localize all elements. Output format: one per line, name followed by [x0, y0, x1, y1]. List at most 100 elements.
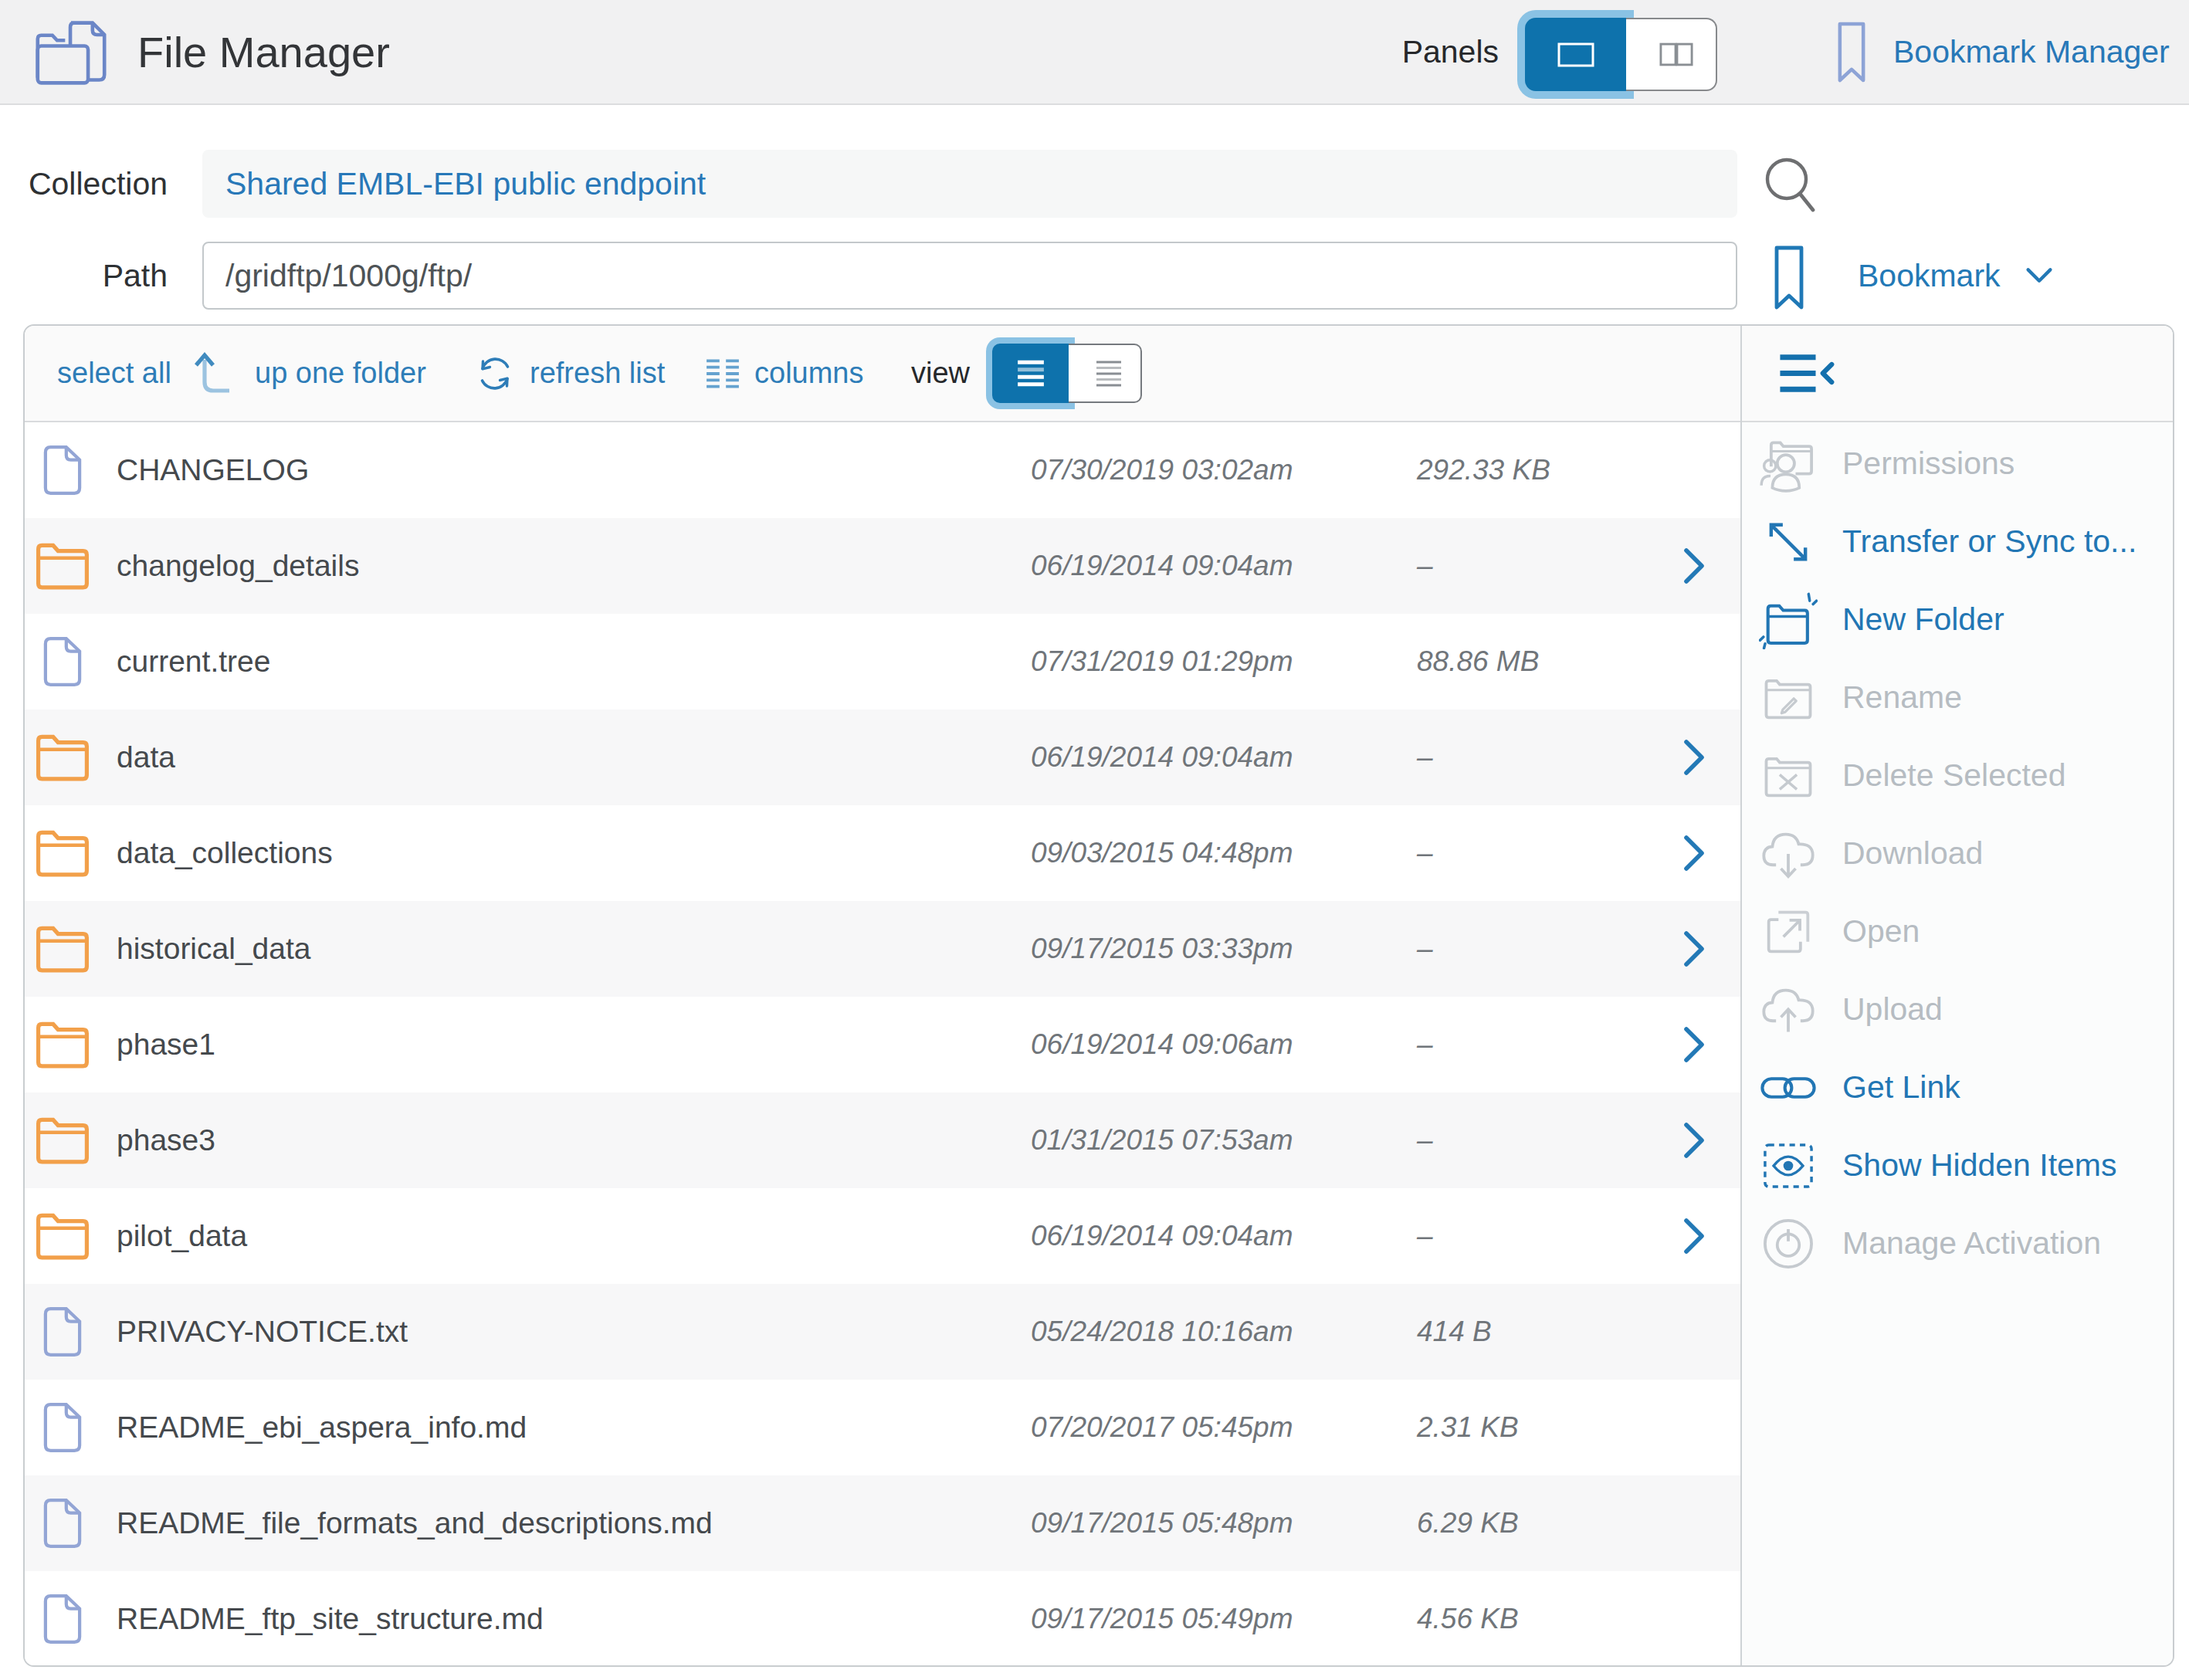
- open-folder-chevron-icon[interactable]: [1682, 1026, 1706, 1063]
- new-folder-icon: [1759, 591, 1818, 649]
- transfer-icon: [1759, 513, 1818, 571]
- folder-row-changelog_details[interactable]: changelog_details 06/19/2014 09:04am –: [25, 518, 1740, 614]
- single-panel-toggle-button[interactable]: [1525, 18, 1626, 91]
- refresh-icon: [475, 354, 515, 394]
- sidebar-action-label: Open: [1842, 913, 1920, 950]
- view-label: view: [911, 326, 970, 421]
- dual-panel-icon: [1659, 42, 1693, 66]
- list-view-icon: [1016, 359, 1045, 388]
- file-list: CHANGELOG 07/30/2019 03:02am 292.33 KB c…: [25, 422, 1740, 1667]
- up-one-folder-icon: [194, 348, 232, 398]
- file-size: 4.56 KB: [1417, 1571, 1519, 1667]
- path-input[interactable]: [202, 242, 1737, 310]
- refresh-list-button[interactable]: refresh list: [530, 326, 665, 421]
- file-size: 88.86 MB: [1417, 614, 1539, 710]
- file-modified-date: 09/17/2015 05:49pm: [1031, 1571, 1293, 1667]
- open-folder-chevron-icon[interactable]: [1682, 930, 1706, 967]
- open-folder-chevron-icon[interactable]: [1682, 1218, 1706, 1255]
- file-modified-date: 07/31/2019 01:29pm: [1031, 614, 1293, 710]
- sidebar-action-transfer[interactable]: Transfer or Sync to...: [1742, 503, 2173, 581]
- folder-row-phase3[interactable]: phase3 01/31/2015 07:53am –: [25, 1092, 1740, 1188]
- up-one-folder-button[interactable]: up one folder: [255, 326, 426, 421]
- bookmark-manager-link[interactable]: Bookmark Manager: [1893, 0, 2170, 103]
- collapse-sidebar-button[interactable]: [1778, 353, 1835, 394]
- file-modified-date: 07/20/2017 05:45pm: [1031, 1380, 1293, 1475]
- file-icon: [43, 636, 82, 687]
- detail-view-toggle-button[interactable]: [1069, 344, 1142, 403]
- open-folder-chevron-icon[interactable]: [1682, 835, 1706, 872]
- file-size: –: [1417, 1188, 1433, 1284]
- search-icon: [1762, 154, 1816, 218]
- file-name: data: [117, 710, 175, 805]
- file-list-column: select all up one folder refresh list co…: [25, 326, 1740, 1665]
- file-size: –: [1417, 805, 1433, 901]
- file-row-CHANGELOG[interactable]: CHANGELOG 07/30/2019 03:02am 292.33 KB: [25, 422, 1740, 518]
- file-modified-date: 06/19/2014 09:04am: [1031, 518, 1293, 614]
- bookmark-dropdown[interactable]: Bookmark: [1858, 242, 2053, 310]
- delete-icon: [1759, 747, 1818, 805]
- open-folder-chevron-icon[interactable]: [1682, 1122, 1706, 1159]
- sidebar-action-open: Open: [1742, 892, 2173, 970]
- file-size: 414 B: [1417, 1284, 1492, 1380]
- file-icon: [43, 1498, 82, 1549]
- sidebar-action-label: Show Hidden Items: [1842, 1147, 2117, 1184]
- sidebar-action-delete: Delete Selected: [1742, 737, 2173, 815]
- file-icon: [43, 1402, 82, 1453]
- sidebar-action-label: Rename: [1842, 679, 1962, 716]
- file-size: –: [1417, 518, 1433, 614]
- sidebar-action-label: Transfer or Sync to...: [1842, 523, 2136, 560]
- detail-view-icon: [1095, 360, 1123, 388]
- file-modified-date: 06/19/2014 09:06am: [1031, 997, 1293, 1092]
- sidebar-action-new-folder[interactable]: New Folder: [1742, 581, 2173, 659]
- file-name: changelog_details: [117, 518, 359, 614]
- path-label: Path: [0, 242, 168, 310]
- folder-row-historical_data[interactable]: historical_data 09/17/2015 03:33pm –: [25, 901, 1740, 997]
- select-all-button[interactable]: select all: [57, 326, 171, 421]
- columns-button[interactable]: columns: [754, 326, 864, 421]
- folder-row-data_collections[interactable]: data_collections 09/03/2015 04:48pm –: [25, 805, 1740, 901]
- folder-row-phase1[interactable]: phase1 06/19/2014 09:06am –: [25, 997, 1740, 1092]
- file-row-README_ftp_site_structure.md[interactable]: README_ftp_site_structure.md 09/17/2015 …: [25, 1571, 1740, 1667]
- open-icon: [1759, 903, 1818, 961]
- list-view-toggle-button[interactable]: [992, 344, 1069, 403]
- bookmark-dropdown-label: Bookmark: [1858, 258, 2001, 294]
- file-modified-date: 05/24/2018 10:16am: [1031, 1284, 1293, 1380]
- open-folder-chevron-icon[interactable]: [1682, 739, 1706, 776]
- rename-icon: [1759, 669, 1818, 727]
- folder-icon: [36, 542, 90, 590]
- search-button[interactable]: [1762, 154, 1816, 218]
- file-row-README_file_formats_and_descriptions.md[interactable]: README_file_formats_and_descriptions.md …: [25, 1475, 1740, 1571]
- file-name: PRIVACY-NOTICE.txt: [117, 1284, 408, 1380]
- file-icon: [43, 1306, 82, 1357]
- sidebar-action-label: Get Link: [1842, 1069, 1960, 1106]
- file-row-current.tree[interactable]: current.tree 07/31/2019 01:29pm 88.86 MB: [25, 614, 1740, 710]
- file-name: README_ftp_site_structure.md: [117, 1571, 544, 1667]
- folder-icon: [36, 925, 90, 973]
- folder-row-data[interactable]: data 06/19/2014 09:04am –: [25, 710, 1740, 805]
- file-modified-date: 07/30/2019 03:02am: [1031, 422, 1293, 518]
- sidebar-action-upload: Upload: [1742, 970, 2173, 1048]
- sidebar-action-show-hidden[interactable]: Show Hidden Items: [1742, 1126, 2173, 1204]
- collection-field[interactable]: Shared EMBL-EBI public endpoint: [202, 150, 1737, 218]
- open-folder-chevron-icon[interactable]: [1682, 547, 1706, 584]
- panels-label: Panels: [1402, 0, 1499, 103]
- file-browser-panel: select all up one folder refresh list co…: [23, 324, 2174, 1667]
- actions-sidebar: Permissions Transfer or Sync to... New F…: [1740, 326, 2173, 1665]
- folder-row-pilot_data[interactable]: pilot_data 06/19/2014 09:04am –: [25, 1188, 1740, 1284]
- folder-icon: [36, 1021, 90, 1069]
- file-modified-date: 09/17/2015 05:48pm: [1031, 1475, 1293, 1571]
- sidebar-action-rename: Rename: [1742, 659, 2173, 737]
- file-row-PRIVACY-NOTICE.txt[interactable]: PRIVACY-NOTICE.txt 05/24/2018 10:16am 41…: [25, 1284, 1740, 1380]
- dual-panel-toggle-button[interactable]: [1626, 18, 1717, 91]
- folder-icon: [36, 1116, 90, 1164]
- actions-menu: Permissions Transfer or Sync to... New F…: [1742, 422, 2173, 1282]
- sidebar-action-get-link[interactable]: Get Link: [1742, 1048, 2173, 1126]
- folder-icon: [36, 733, 90, 781]
- file-row-README_ebi_aspera_info.md[interactable]: README_ebi_aspera_info.md 07/20/2017 05:…: [25, 1380, 1740, 1475]
- permissions-icon: [1759, 435, 1818, 493]
- file-size: 6.29 KB: [1417, 1475, 1519, 1571]
- folder-icon: [36, 829, 90, 877]
- file-name: CHANGELOG: [117, 422, 309, 518]
- file-size: 292.33 KB: [1417, 422, 1550, 518]
- activation-icon: [1759, 1214, 1818, 1273]
